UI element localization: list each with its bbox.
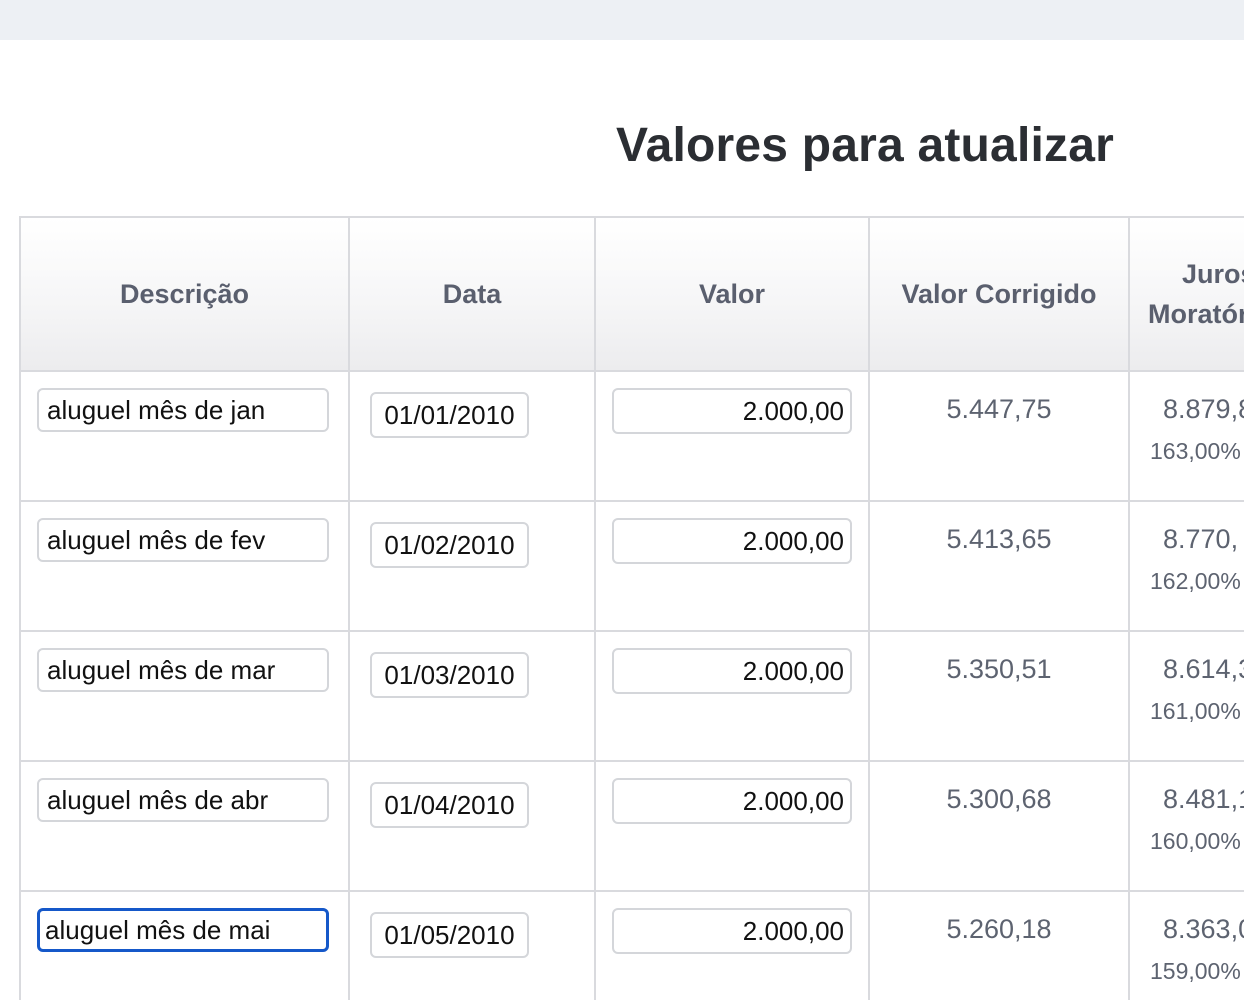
valor-corrigido-text: 5.447,75 [946, 394, 1052, 424]
valor-corrigido-cell: 5.260,18 [868, 890, 1130, 1000]
descricao-input[interactable] [37, 648, 329, 692]
date-input[interactable] [370, 782, 529, 828]
descricao-input[interactable] [37, 518, 329, 562]
table-row: 5.413,65 8.770, 162,00% [19, 500, 1244, 632]
juros-cell: 8.879,8 163,00% [1128, 370, 1244, 502]
juros-percent: 159,00% [1150, 958, 1241, 984]
values-table: Descrição Data Valor Valor Corrigido Jur… [19, 216, 1244, 1000]
table-row: 5.350,51 8.614,3 161,00% [19, 630, 1244, 762]
juros-cell: 8.481,1 160,00% [1128, 760, 1244, 892]
table-row: 5.447,75 8.879,8 163,00% [19, 370, 1244, 502]
juros-value: 8.614,3 [1163, 654, 1244, 684]
valor-input[interactable] [612, 648, 852, 694]
juros-value: 8.481,1 [1163, 784, 1244, 814]
top-bar [0, 0, 1244, 40]
juros-percent: 163,00% [1150, 438, 1241, 464]
descricao-cell [19, 890, 350, 1000]
column-header-data: Data [348, 216, 596, 372]
data-cell [348, 890, 596, 1000]
page-title: Valores para atualizar [616, 119, 1114, 172]
valor-input[interactable] [612, 778, 852, 824]
date-input[interactable] [370, 652, 529, 698]
valor-cell [594, 630, 870, 762]
valor-corrigido-text: 5.350,51 [946, 654, 1052, 684]
valor-cell [594, 890, 870, 1000]
juros-value: 8.770, [1163, 524, 1239, 554]
valor-corrigido-text: 5.260,18 [946, 914, 1052, 944]
valor-cell [594, 370, 870, 502]
column-header-juros-moratorios: Juros Moratórios [1128, 216, 1244, 372]
table-header-row: Descrição Data Valor Valor Corrigido Jur… [19, 216, 1244, 372]
descricao-cell [19, 630, 350, 762]
valor-input[interactable] [612, 908, 852, 954]
juros-percent: 161,00% [1150, 698, 1241, 724]
column-header-juros-line2: Moratórios [1148, 299, 1244, 329]
column-header-descricao: Descrição [19, 216, 350, 372]
valor-input[interactable] [612, 388, 852, 434]
valor-corrigido-cell: 5.300,68 [868, 760, 1130, 892]
juros-value: 8.879,8 [1163, 394, 1244, 424]
valor-corrigido-text: 5.413,65 [946, 524, 1052, 554]
data-cell [348, 370, 596, 502]
column-header-valor: Valor [594, 216, 870, 372]
data-cell [348, 760, 596, 892]
column-header-valor-corrigido: Valor Corrigido [868, 216, 1130, 372]
descricao-cell [19, 760, 350, 892]
valor-input[interactable] [612, 518, 852, 564]
juros-cell: 8.614,3 161,00% [1128, 630, 1244, 762]
valor-corrigido-cell: 5.447,75 [868, 370, 1130, 502]
juros-percent: 160,00% [1150, 828, 1241, 854]
juros-value: 8.363,0 [1163, 914, 1244, 944]
column-header-juros-line1: Juros [1182, 259, 1244, 289]
descricao-cell [19, 500, 350, 632]
juros-cell: 8.770, 162,00% [1128, 500, 1244, 632]
juros-percent: 162,00% [1150, 568, 1241, 594]
data-cell [348, 500, 596, 632]
data-cell [348, 630, 596, 762]
date-input[interactable] [370, 522, 529, 568]
valor-corrigido-text: 5.300,68 [946, 784, 1052, 814]
date-input[interactable] [370, 392, 529, 438]
valor-corrigido-cell: 5.350,51 [868, 630, 1130, 762]
table-row: 5.260,18 8.363,0 159,00% [19, 890, 1244, 1000]
valor-corrigido-cell: 5.413,65 [868, 500, 1130, 632]
values-table-container[interactable]: Descrição Data Valor Valor Corrigido Jur… [19, 216, 1244, 1000]
valor-cell [594, 760, 870, 892]
date-input[interactable] [370, 912, 529, 958]
descricao-input[interactable] [37, 908, 329, 952]
descricao-cell [19, 370, 350, 502]
descricao-input[interactable] [37, 778, 329, 822]
table-row: 5.300,68 8.481,1 160,00% [19, 760, 1244, 892]
juros-cell: 8.363,0 159,00% [1128, 890, 1244, 1000]
valor-cell [594, 500, 870, 632]
descricao-input[interactable] [37, 388, 329, 432]
